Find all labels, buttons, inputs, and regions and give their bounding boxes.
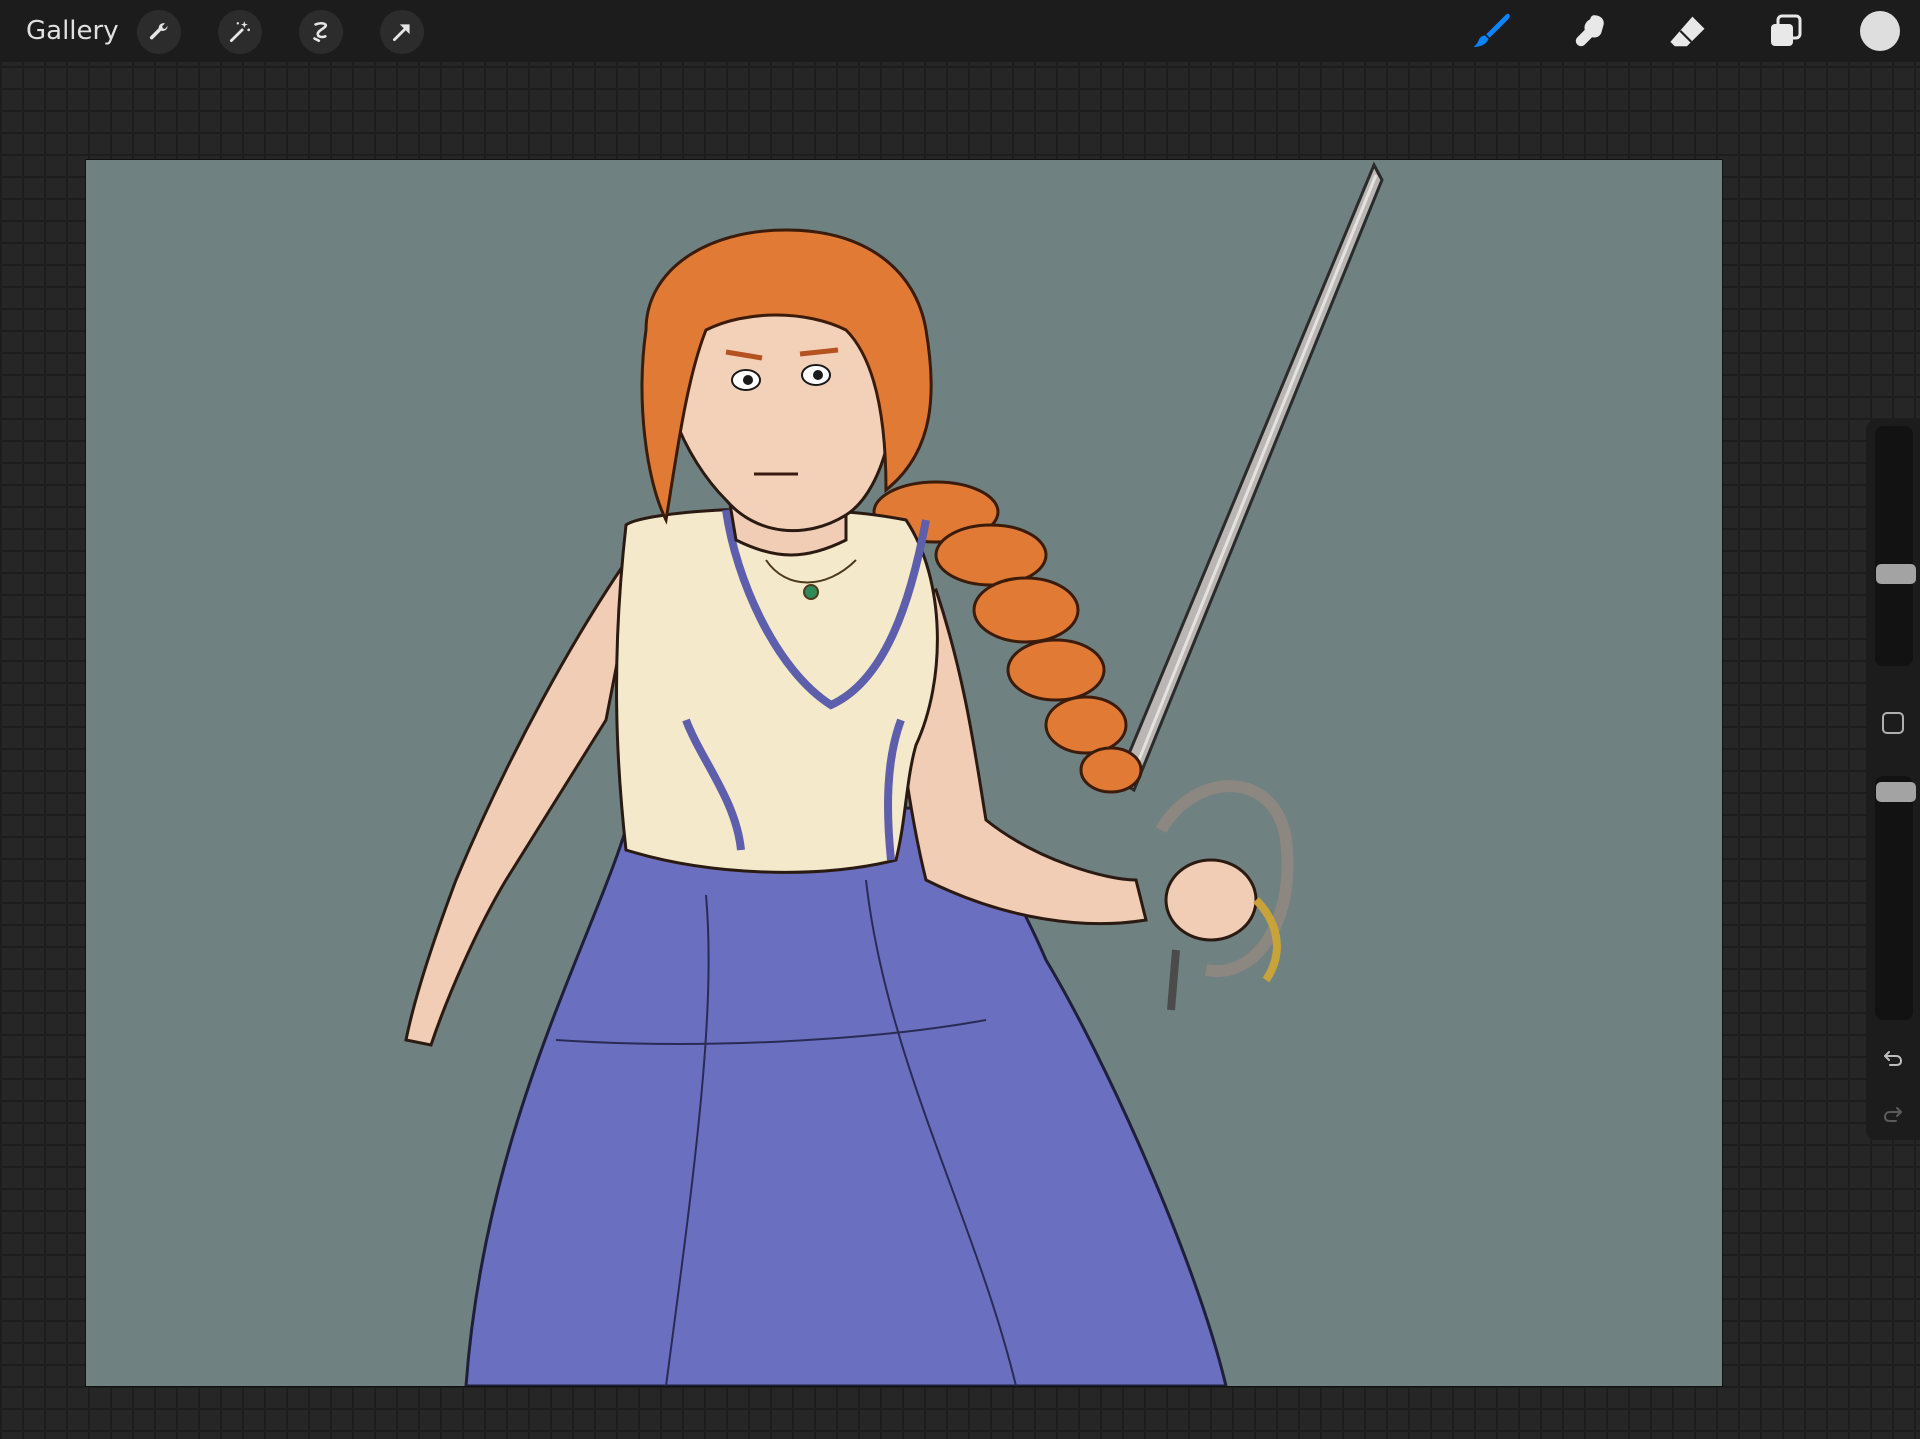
artwork-illustration <box>404 161 1384 1386</box>
brush-size-slider-thumb[interactable] <box>1876 564 1916 584</box>
actions-button[interactable] <box>137 10 181 54</box>
selection-button[interactable] <box>299 10 343 54</box>
modify-button[interactable] <box>1882 712 1904 734</box>
layers-button[interactable] <box>1762 8 1810 56</box>
top-toolbar: Gallery <box>0 0 1920 62</box>
transform-button[interactable] <box>380 10 424 54</box>
magic-wand-icon <box>229 21 250 43</box>
selection-icon <box>313 21 328 42</box>
eraser-icon <box>1670 16 1705 47</box>
undo-icon <box>1884 1051 1903 1066</box>
paint-tool-button[interactable] <box>1468 8 1516 56</box>
layers-icon <box>1771 14 1802 46</box>
wrench-icon <box>149 23 168 40</box>
opacity-slider-thumb[interactable] <box>1876 782 1916 802</box>
drawing-canvas[interactable] <box>86 160 1722 1386</box>
smudge-tool-button[interactable] <box>1566 8 1614 56</box>
adjustments-button[interactable] <box>218 10 262 54</box>
transform-arrow-icon <box>393 24 410 41</box>
undo-button[interactable] <box>1879 1044 1907 1072</box>
side-controls <box>1866 420 1920 1140</box>
smudge-icon <box>1575 15 1604 47</box>
brush-size-slider[interactable] <box>1875 426 1916 666</box>
redo-button[interactable] <box>1879 1100 1907 1128</box>
brush-icon <box>1473 13 1510 47</box>
eraser-tool-button[interactable] <box>1664 8 1712 56</box>
gallery-button[interactable]: Gallery <box>26 14 119 48</box>
color-picker-button[interactable] <box>1860 11 1900 51</box>
opacity-slider[interactable] <box>1875 776 1916 1020</box>
redo-icon <box>1883 1107 1902 1122</box>
procreate-app: Gallery <box>0 0 1920 1439</box>
